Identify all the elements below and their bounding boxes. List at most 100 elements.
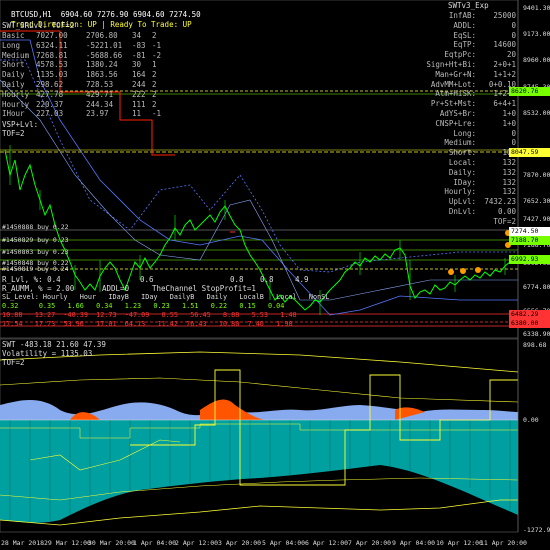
left-row-v2: 1863.56 (86, 70, 118, 80)
right-row-value: 7432.23 (484, 197, 516, 207)
tof-label: TOF=2 (2, 129, 25, 138)
time-axis-label: 30 Mar 20:00 (88, 539, 135, 547)
left-row-name: Daily (2, 70, 25, 80)
right-row-key: Medium: (444, 138, 476, 148)
left-row-v3: 111 (132, 99, 146, 109)
price-tag: 7188.70 (509, 236, 550, 245)
time-axis-label: 6 Apr 12:00 (305, 539, 349, 547)
trend-value: UP (87, 20, 97, 29)
left-row-v1: 298.62 (36, 80, 64, 89)
sub-axis-label: -1272.99 (523, 526, 550, 534)
left-row-v4: -1 (152, 109, 162, 119)
right-row-value: 132 (502, 187, 516, 197)
sub-axis-label: 0.00 (523, 416, 539, 424)
price-tag: 8620.76 (509, 87, 550, 96)
level-mark: 4.9 (295, 275, 309, 284)
left-row-v2: 1380.24 (86, 60, 118, 70)
right-row-value: 1+1+2 (493, 69, 516, 79)
left-row-v1: 7268.81 (36, 50, 68, 60)
level-mark: 0.8 (260, 275, 274, 284)
indicator-name: SWTv3_Exp (448, 1, 489, 10)
left-row-v1: 427.78 (36, 89, 64, 99)
right-row-key: Pr+St+Mst: (430, 99, 476, 109)
right-row-value: 6+4+1 (493, 99, 516, 109)
left-row-v3: 164 (132, 70, 146, 80)
sub-axis-label: 898.68 (523, 341, 547, 349)
levels-row-3: 17.54 17.73 53.96 17.01 64.13 11.42 76.4… (2, 320, 293, 328)
left-row-v2: 244.34 (86, 99, 114, 109)
left-row-v3: 11 (132, 109, 142, 119)
left-row-v4: 2 (152, 89, 157, 99)
price-axis-label: 9173.00 (523, 30, 550, 38)
right-row-value: 0 (511, 128, 516, 138)
left-row-v1: 220.37 (36, 99, 64, 109)
right-row-key: Daily: (448, 167, 476, 177)
right-row-key: EqTP: (453, 40, 476, 50)
levels-row-2: 10.88 13.27 -40.39 12.73 -47.09 8.55 56.… (2, 311, 297, 319)
time-axis-label: 7 Apr 20:00 (348, 539, 392, 547)
price-tag: 7274.50 (509, 227, 550, 236)
left-row-v2: -5221.01 (86, 40, 123, 50)
price-axis-label: 6774.80 (523, 283, 550, 291)
time-axis-label: 9 Apr 04:00 (392, 539, 436, 547)
left-row-v2: 728.53 (86, 80, 114, 89)
left-row-v3: -81 (132, 50, 146, 60)
levels-row-1: 0.32 0.35 1.66 0.34 1.23 0.23 1.51 0.22 … (2, 302, 285, 310)
channel-label: TheChannel StopProfit=1 (152, 284, 256, 293)
buy-order-label: #1450819 buy 0.24 (2, 265, 69, 273)
price-axis-label: 6338.90 (523, 330, 550, 338)
left-row-v4: 1 (152, 60, 157, 70)
ready-value: UP (182, 20, 192, 29)
right-row-key: Local: (448, 158, 476, 167)
left-row-v3: 30 (132, 60, 142, 70)
right-row-key: InfAB: (448, 11, 476, 20)
price-axis-label: 9401.30 (523, 4, 550, 12)
left-row-v4: 2 (152, 80, 157, 89)
right-row-value: 2+0+1 (493, 60, 516, 69)
left-row-v3: 222 (132, 89, 146, 99)
time-axis-label: 29 Mar 12:00 (44, 539, 91, 547)
vsp-label: VSP+Lvl: (2, 120, 39, 129)
left-row-name: Medium (2, 50, 30, 60)
price-axis-label: 8532.00 (523, 109, 550, 117)
time-axis-label: 11 Apr 20:00 (480, 539, 527, 547)
buy-order-label: #1450888 buy 0.22 (2, 223, 69, 231)
right-row-value: 0.00 (497, 207, 516, 216)
price-tag: 6992.93 (509, 255, 550, 264)
left-row-v1: 7027.00 (36, 31, 68, 40)
right-row-value: 25000 (493, 11, 516, 20)
left-row-v4: -2 (152, 50, 162, 60)
right-row-key: Long: (453, 128, 476, 138)
left-row-v2: 23.97 (86, 109, 109, 119)
right-row-key: DnLvl: (448, 207, 476, 216)
left-row-v4: 2 (152, 99, 157, 109)
left-row-v3: 244 (132, 80, 146, 89)
time-axis-label: 5 Apr 04:00 (262, 539, 306, 547)
srlvl-label: SWT_SRLvl: TOF=2 (2, 21, 75, 30)
left-row-v4: 2 (152, 31, 157, 40)
right-row-key: EqSL: (453, 30, 476, 40)
right-row-key: AdvMM+Lot: (430, 79, 476, 89)
right-row-value: 132 (502, 167, 516, 177)
right-row-key: Short: (448, 148, 476, 158)
left-row-name: Hourly (2, 89, 30, 99)
right-row-value: 14600 (493, 40, 516, 50)
right-row-key: UpLvl: (448, 197, 476, 207)
left-row-v4: 2 (152, 70, 157, 80)
sub-tof: TOF=2 (2, 358, 25, 367)
sub-header: SWT -483.18 21.60 47.39 (2, 340, 106, 349)
right-row-key: Man+Gr+N: (435, 69, 476, 79)
left-row-v1: 1135.03 (36, 70, 68, 80)
price-tag: 8047.59 (509, 148, 550, 157)
left-row-v1: 4578.53 (36, 60, 68, 70)
left-row-name: IHour (2, 109, 25, 119)
right-row-key: AdYS+Br: (439, 109, 476, 118)
left-row-v2: 429.71 (86, 89, 114, 99)
right-row-key: IDay: (453, 177, 476, 187)
left-row-v1: 227.03 (36, 109, 64, 119)
left-row-v4: -1 (152, 40, 162, 50)
left-row-v3: -83 (132, 40, 146, 50)
right-row-value: 132 (502, 177, 516, 187)
price-axis-label: 8960.00 (523, 56, 550, 64)
left-row-v2: 2706.80 (86, 31, 118, 40)
